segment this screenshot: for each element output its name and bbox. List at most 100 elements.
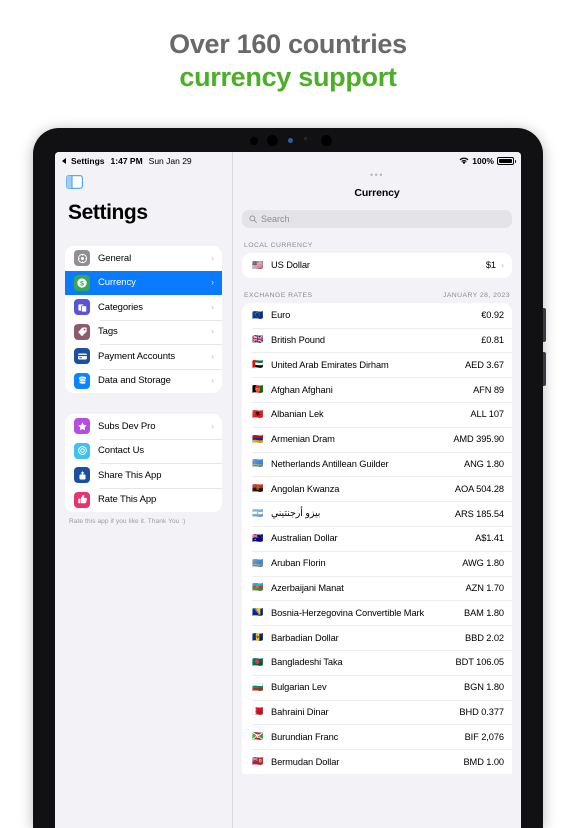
table-row[interactable]: 🇧🇦 Bosnia-Herzegovina Convertible Mark BAM…: [242, 600, 512, 626]
sidebar-group-primary: General › $ Currency › Categories › Tags › Paymen…: [65, 246, 222, 393]
flag-icon: 🇪🇺: [252, 309, 264, 320]
flag-icon: 🇧🇭: [252, 706, 264, 717]
chevron-right-icon: ›: [211, 420, 214, 431]
table-row[interactable]: 🇦🇼 Netherlands Antillean Guilder ANG 1.80: [242, 451, 512, 477]
wifi-icon: [459, 157, 469, 165]
currency-rate-value: AOA 504.28: [454, 483, 504, 494]
sidebar-item-payment-accounts[interactable]: Payment Accounts ›: [65, 344, 222, 369]
currency-name: Bangladeshi Taka: [271, 657, 343, 668]
table-row[interactable]: 🇧🇩 Bangladeshi Taka BDT 106.05: [242, 649, 512, 675]
sidebar-item-share-this-app[interactable]: Share This App: [65, 463, 222, 488]
volume-down-button[interactable]: [543, 352, 546, 386]
flag-icon: 🇦🇷: [252, 508, 264, 519]
table-row[interactable]: 🇪🇺 Euro €0.92: [242, 302, 512, 328]
table-row[interactable]: 🇦🇺 Australian Dollar A$1.41: [242, 525, 512, 551]
table-row[interactable]: 🇦🇱 Albanian Lek ALL 107: [242, 401, 512, 427]
sidebar-item-subs-dev-pro[interactable]: Subs Dev Pro ›: [65, 414, 222, 439]
sidebar-toggle-icon[interactable]: [66, 175, 83, 189]
table-row[interactable]: 🇦🇷 بيزو أرجنتيني ARS 185.54: [242, 501, 512, 526]
table-row[interactable]: 🇧🇭 Bahraini Dinar BHD 0.377: [242, 699, 512, 725]
share-icon: [74, 467, 90, 484]
thumbs-up-icon: [74, 491, 90, 508]
currency-name: Netherlands Antillean Guilder: [271, 458, 389, 469]
exchange-rates-date: JANUARY 28, 2023: [442, 291, 510, 299]
chevron-right-icon: ›: [211, 277, 214, 288]
flag-icon: 🇦🇼: [252, 557, 264, 568]
currency-value: $1: [485, 260, 496, 271]
table-row[interactable]: 🇦🇫 Afghan Afghani AFN 89: [242, 377, 512, 402]
currency-rate-value: A$1.41: [475, 533, 504, 544]
currency-name: US Dollar: [271, 260, 310, 271]
currency-name: بيزو أرجنتيني: [271, 508, 321, 519]
table-row[interactable]: 🇬🇧 British Pound £0.81: [242, 327, 512, 353]
table-row[interactable]: 🇧🇬 Bulgarian Lev BGN 1.80: [242, 674, 512, 700]
flag-icon: 🇧🇦: [252, 607, 264, 618]
currency-name: Angolan Kwanza: [271, 483, 340, 494]
currency-name: Australian Dollar: [271, 533, 338, 544]
svg-text:$: $: [80, 280, 84, 287]
flag-icon: 🇦🇺: [252, 532, 264, 543]
table-row[interactable]: 🇦🇴 Angolan Kwanza AOA 504.28: [242, 476, 512, 502]
currency-rate-value: BHD 0.377: [459, 706, 504, 717]
sidebar-item-label: Tags: [98, 326, 118, 338]
table-row[interactable]: 🇧🇧 Barbadian Dollar BBD 2.02: [242, 625, 512, 650]
indicator-dot: [288, 138, 293, 143]
table-row[interactable]: 🇦🇪 United Arab Emirates Dirham AED 3.67: [242, 352, 512, 378]
currency-name: Bahraini Dinar: [271, 706, 329, 717]
chevron-right-icon: ›: [211, 326, 214, 337]
volume-up-button[interactable]: [543, 308, 546, 342]
search-bar[interactable]: Search: [242, 210, 512, 228]
local-currency-section-header: LOCAL CURRENCY: [233, 228, 521, 253]
exchange-rates-section-header: EXCHANGE RATES JANUARY 28, 2023: [233, 278, 521, 303]
settings-sidebar: Settings General › $ Currency › Categories › Ta…: [55, 152, 233, 828]
sensor-dot: [250, 137, 258, 145]
sensor-dot: [304, 137, 307, 140]
status-back-link[interactable]: Settings: [62, 156, 105, 166]
currency-rate-value: ALL 107: [470, 409, 504, 420]
search-input[interactable]: Search: [261, 214, 290, 224]
sidebar-group-secondary: Subs Dev Pro › Contact Us Share This App Rat…: [65, 414, 222, 512]
battery-icon: [497, 156, 516, 165]
sidebar-item-categories[interactable]: Categories ›: [65, 295, 222, 320]
table-row[interactable]: 🇦🇲 Armenian Dram AMD 395.90: [242, 426, 512, 452]
sidebar-item-tags[interactable]: Tags ›: [65, 319, 222, 345]
currency-name: Azerbaijani Manat: [271, 582, 344, 593]
currency-name: Albanian Lek: [271, 409, 324, 420]
page-title: Over 160 countries currency support: [0, 28, 576, 94]
sidebar-item-rate-this-app[interactable]: Rate This App: [65, 487, 222, 513]
status-time: 1:47 PM: [110, 155, 143, 166]
sidebar-item-currency[interactable]: $ Currency ›: [65, 270, 222, 295]
sidebar-item-label: Rate This App: [98, 494, 157, 506]
currency-rate-value: AZN 1.70: [465, 582, 505, 593]
currency-name: Afghan Afghani: [271, 384, 333, 395]
currency-rate-value: ANG 1.80: [463, 458, 504, 469]
sidebar-item-contact-us[interactable]: Contact Us: [65, 438, 222, 464]
table-row[interactable]: 🇧🇮 Burundian Franc BIF 2,076: [242, 724, 512, 750]
currency-name: United Arab Emirates Dirham: [271, 359, 389, 370]
multitasking-control[interactable]: •••: [233, 169, 521, 180]
status-bar: Settings 1:47 PM Sun Jan 29 100%: [55, 152, 521, 169]
flag-icon: 🇧🇮: [252, 731, 264, 742]
currency-rate-value: AFN 89: [473, 384, 504, 395]
table-row[interactable]: 🇦🇼 Aruban Florin AWG 1.80: [242, 550, 512, 576]
star-icon: [74, 418, 90, 435]
sidebar-item-label: Payment Accounts: [98, 350, 176, 362]
flag-icon: 🇦🇱: [252, 408, 264, 419]
currency-detail-pane: ••• Currency Search LOCAL CURRENCY 🇺🇸 US…: [233, 152, 521, 828]
sidebar-item-data-and-storage[interactable]: Data and Storage ›: [65, 368, 222, 394]
table-row[interactable]: 🇦🇿 Azerbaijani Manat AZN 1.70: [242, 575, 512, 601]
currency-rate-value: AED 3.67: [465, 359, 504, 370]
flag-icon: 🇧🇧: [252, 632, 264, 643]
currency-rate-value: €0.92: [481, 310, 504, 321]
sidebar-item-label: Contact Us: [98, 445, 144, 457]
sidebar-item-general[interactable]: General ›: [65, 246, 222, 271]
sidebar-item-label: Currency: [98, 277, 136, 289]
currency-name: Bosnia-Herzegovina Convertible Mark: [271, 607, 425, 618]
currency-rate-value: BIF 2,076: [464, 731, 505, 742]
table-row[interactable]: 🇧🇲 Bermudan Dollar BMD 1.00: [242, 749, 512, 774]
flag-icon: 🇦🇪: [252, 359, 264, 370]
currency-name: Armenian Dram: [271, 434, 335, 445]
dollar-circle-icon: $: [74, 274, 90, 291]
tablet-device-frame: Settings 1:47 PM Sun Jan 29 100% Setting…: [33, 128, 546, 828]
local-currency-row[interactable]: 🇺🇸 US Dollar $1 ›: [242, 253, 512, 278]
